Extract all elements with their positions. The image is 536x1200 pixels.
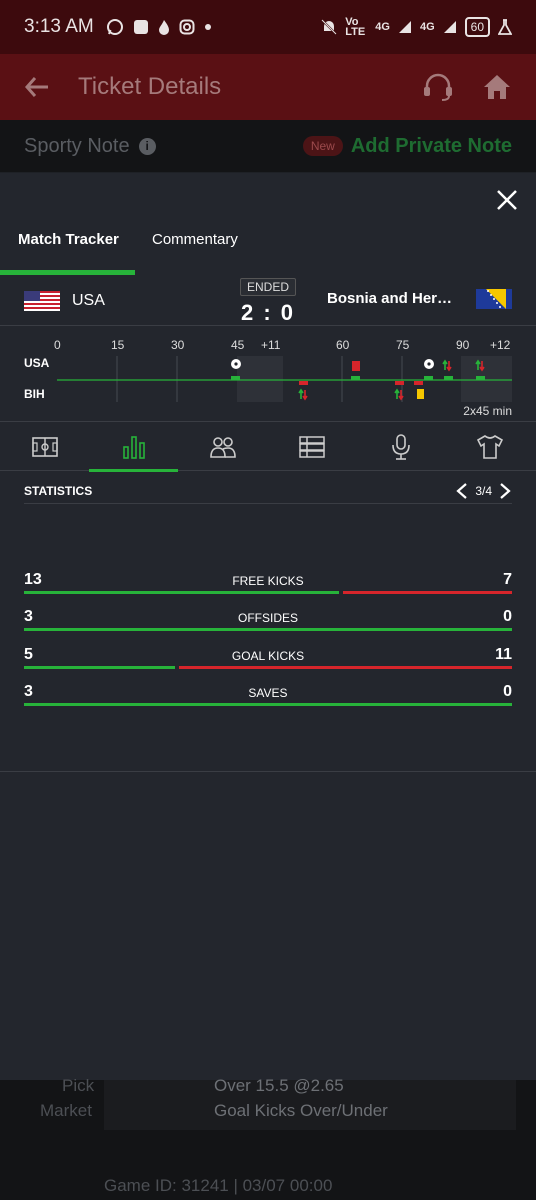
match-header: USA ENDED 2 : 0 Bosnia and Herze... [0, 276, 536, 326]
system-icons: Vo LTE 4G 4G 60 [321, 16, 512, 38]
stat-away-value: 0 [503, 683, 512, 700]
mute-icon [321, 19, 337, 35]
goal-icon [424, 359, 434, 369]
match-tracker-sheet: Match Tracker Commentary USA ENDED 2 : 0… [0, 173, 536, 1080]
tab-statistics[interactable] [89, 423, 178, 472]
bosnia-flag-icon [476, 289, 512, 309]
statistics-title: STATISTICS [24, 483, 93, 498]
dot-icon [204, 24, 211, 30]
timeline-graph [57, 356, 512, 402]
jersey-icon [476, 435, 503, 459]
battery-indicator: 60 [464, 17, 490, 37]
stat-home-bar [24, 703, 512, 706]
network-label-1: 4G [375, 21, 390, 33]
arrow-left-icon[interactable] [24, 75, 50, 99]
pitch-icon [31, 437, 58, 457]
tab-kit[interactable] [445, 423, 534, 471]
stat-home-bar [24, 591, 339, 594]
whatsapp-icon [106, 19, 123, 35]
active-tab-indicator [0, 270, 135, 275]
instagram-icon [179, 19, 195, 35]
substitution-icon [442, 359, 452, 372]
stat-name: GOAL KICKS [231, 649, 305, 663]
home-team: USA [24, 290, 224, 311]
stat-row: 13 FREE KICKS 7 [24, 571, 512, 601]
players-icon [209, 437, 236, 458]
sporty-note-row: Sporty Note i New Add Private Note [0, 120, 536, 172]
tab-match-tracker[interactable]: Match Tracker [18, 231, 119, 248]
stat-away-value: 0 [503, 608, 512, 625]
tab-players[interactable] [178, 423, 267, 471]
sporty-note-label: Sporty Note [24, 134, 130, 157]
lineup-icon [298, 436, 325, 458]
pick-value: Over 15.5 @2.65 [214, 1076, 344, 1095]
away-team-name: Bosnia and Herze... [327, 290, 457, 307]
game-id: Game ID: 31241 | 03/07 00:00 [104, 1176, 333, 1195]
substitution-icon [394, 388, 404, 401]
match-score: 2 : 0 [240, 300, 296, 325]
new-badge: New [302, 136, 343, 156]
close-icon[interactable] [494, 187, 520, 213]
stat-away-value: 7 [503, 571, 512, 588]
volte-label: Vo LTE [345, 16, 366, 38]
stat-name: OFFSIDES [237, 611, 298, 625]
notification-icons [106, 18, 212, 36]
app-bar: Ticket Details [0, 54, 536, 120]
status-bar: 3:13 AM Vo LTE 4G 4G 60 [0, 0, 536, 54]
match-status: ENDED [240, 278, 296, 296]
home-icon[interactable] [482, 73, 512, 101]
stat-row: 3 OFFSIDES 0 [24, 608, 512, 638]
tab-pitch[interactable] [0, 423, 89, 471]
stat-home-bar [24, 666, 175, 669]
match-timeline: 0 15 30 45 +11 60 75 90 +12 USA BIH 2x45… [0, 326, 536, 422]
add-private-note-link[interactable]: Add Private Note [351, 135, 512, 158]
usa-flag-icon [24, 290, 60, 311]
divider [0, 771, 536, 772]
pick-label: Pick [62, 1076, 95, 1095]
page-title: Ticket Details [78, 73, 222, 100]
tab-lineup[interactable] [267, 423, 356, 471]
flask-icon [498, 19, 512, 35]
home-team-name: USA [72, 291, 105, 309]
chevron-right-icon[interactable] [498, 482, 512, 500]
stat-name: SAVES [248, 686, 288, 700]
tab-commentary-audio[interactable] [356, 423, 445, 471]
market-label: Market [40, 1101, 92, 1120]
score-box: ENDED 2 : 0 [240, 278, 296, 326]
status-time: 3:13 AM [24, 16, 94, 37]
tab-commentary[interactable]: Commentary [152, 231, 238, 248]
pager-label: 3/4 [475, 483, 492, 498]
stat-name: FREE KICKS [232, 574, 304, 588]
microphone-icon [391, 434, 410, 460]
tracker-icon-tabs [0, 423, 536, 472]
stat-row: 3 SAVES 0 [24, 683, 512, 713]
signal-icon-2 [443, 21, 456, 33]
network-label-2: 4G [419, 21, 435, 33]
tracker-tabs: Match Tracker Commentary [0, 223, 536, 277]
fire-icon [158, 20, 169, 35]
goal-icon [231, 359, 241, 369]
bar-chart-icon [122, 436, 145, 459]
chevron-left-icon[interactable] [455, 482, 469, 500]
stat-away-value: 11 [495, 646, 512, 663]
stat-row: 5 GOAL KICKS 11 [24, 646, 512, 676]
statistics-header: STATISTICS 3/4 [24, 478, 512, 504]
pick-card: Pick Over 15.5 @2.65 Market Goal Kicks O… [40, 1076, 516, 1130]
signal-icon [398, 21, 411, 33]
match-duration: 2x45 min [463, 404, 512, 418]
stat-away-bar [179, 666, 512, 669]
market-value: Goal Kicks Over/Under [214, 1101, 388, 1120]
stat-away-bar [343, 591, 512, 594]
substitution-icon [298, 388, 308, 401]
headset-icon[interactable] [422, 73, 454, 101]
stat-home-bar [24, 628, 512, 631]
info-icon[interactable]: i [138, 137, 156, 155]
stats-pager: 3/4 [455, 482, 512, 500]
app-square-icon [133, 20, 148, 34]
